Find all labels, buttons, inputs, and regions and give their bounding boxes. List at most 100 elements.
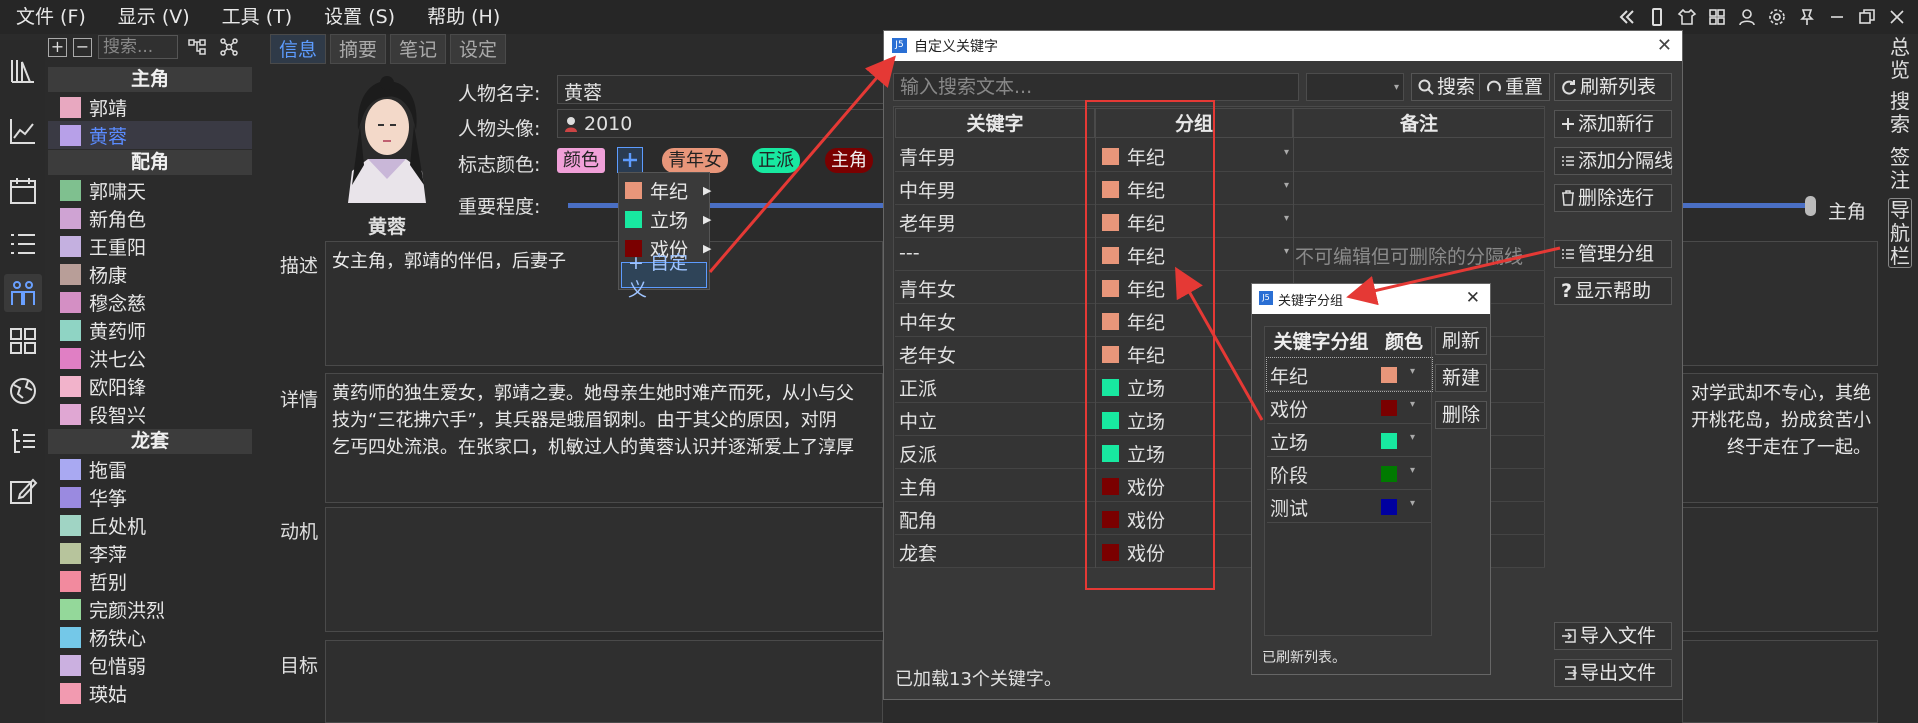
keyword-cell[interactable]: 主角 [899,473,937,500]
chart-icon[interactable] [4,112,42,150]
group-color-swatch[interactable] [1381,367,1397,383]
group-delete-button[interactable]: 删除 [1435,401,1488,429]
manage-groups-button[interactable]: 管理分组 [1554,240,1672,268]
tab-info[interactable]: 信息 [270,34,327,64]
importance-slider-handle[interactable] [1805,196,1816,216]
restore-icon[interactable] [1854,4,1880,30]
chevron-down-icon[interactable]: ▾ [1410,465,1415,476]
keyword-cell[interactable]: 中年男 [899,176,956,203]
menu-item-custom[interactable]: + 自定义 [621,252,707,301]
desc-textarea[interactable]: 女主角，郭靖的伴侣，后妻子 [325,241,883,366]
tag-color[interactable]: 颜色 [557,148,605,173]
nav-navigation-bar[interactable]: 导航栏 [1888,198,1912,268]
outline-icon[interactable] [4,422,42,460]
group-color-swatch[interactable] [1381,499,1397,515]
show-help-button[interactable]: ? 显示帮助 [1554,277,1672,305]
keyword-row[interactable]: --- 年纪 ▾ 不可编辑但可删除的分隔线 [895,238,1545,271]
tree-item[interactable]: 王重阳 [48,232,252,260]
tree-item[interactable]: 郭靖 [48,93,252,121]
close-icon[interactable] [1884,4,1910,30]
chevron-down-icon[interactable]: ▾ [1410,399,1415,410]
grid-icon[interactable] [1704,4,1730,30]
group-color-swatch[interactable] [1381,466,1397,482]
tag-young-female[interactable]: 青年女 [662,148,728,173]
tab-settings[interactable]: 设定 [450,34,507,64]
add-separator-button[interactable]: 添加分隔线 [1554,147,1673,175]
calendar-icon[interactable] [4,172,42,210]
reset-button[interactable]: 重置 [1479,73,1551,101]
export-file-button[interactable]: 导出文件 [1554,659,1672,687]
phone-icon[interactable] [1644,4,1670,30]
tag-lead[interactable]: 主角 [825,148,873,173]
goal-textarea-right[interactable] [1682,640,1878,723]
nav-annotations[interactable]: 签注 [1888,146,1912,192]
menu-item-age[interactable]: 年纪 ▶ [625,177,711,204]
tree-group-header[interactable]: 主角 [48,67,252,92]
chevron-down-icon[interactable]: ▾ [1410,432,1415,443]
keyword-cell[interactable]: --- [899,242,920,264]
import-file-button[interactable]: 导入文件 [1554,622,1672,650]
goal-textarea[interactable] [325,640,883,723]
keyword-cell[interactable]: 配角 [899,506,937,533]
col-group-color[interactable]: 颜色 [1376,327,1432,357]
tree-item[interactable]: 新角色 [48,204,252,232]
menu-settings[interactable]: 设置 (S) [308,0,411,34]
add-row-button[interactable]: 添加新行 [1554,110,1672,138]
keyword-row[interactable]: 青年男 年纪 ▾ [895,139,1545,172]
group-row[interactable]: 年纪 ▾ [1266,357,1433,392]
keyword-cell[interactable]: 青年女 [899,275,956,302]
group-refresh-button[interactable]: 刷新 [1435,327,1488,355]
tab-summary[interactable]: 摘要 [330,34,387,64]
group-name-cell[interactable]: 年纪 [1270,362,1308,389]
collapse-icon[interactable] [1614,4,1640,30]
menu-tools[interactable]: 工具 (T) [206,0,308,34]
note-cell[interactable]: 不可编辑但可删除的分隔线 [1295,242,1523,269]
tree-item[interactable]: 黄药师 [48,316,252,344]
keyword-cell[interactable]: 老年女 [899,341,956,368]
col-note[interactable]: 备注 [1293,108,1545,138]
characters-icon[interactable] [4,274,42,312]
tree-item[interactable]: 瑛姑 [48,679,252,707]
tree-group-header[interactable]: 配角 [48,150,252,175]
character-avatar[interactable] [328,75,446,203]
tree-item[interactable]: 拖雷 [48,455,252,483]
group-color-swatch[interactable] [1381,400,1397,416]
group-row[interactable]: 阶段 ▾ [1267,457,1432,490]
refresh-list-button[interactable]: 刷新列表 [1554,73,1672,101]
group-name-cell[interactable]: 戏份 [1270,395,1308,422]
keyword-cell[interactable]: 正派 [899,374,937,401]
dialog-close-icon[interactable]: ✕ [1466,288,1480,308]
gear-icon[interactable] [1764,4,1790,30]
group-name-cell[interactable]: 阶段 [1270,461,1308,488]
detail-textarea-right[interactable]: 对学武却不专心，其绝 开桃花岛，扮成贫苦小 终于走在了一起。 [1682,373,1878,503]
network-icon[interactable] [216,34,242,60]
keyword-cell[interactable]: 龙套 [899,539,937,566]
keyword-cell[interactable]: 青年男 [899,143,956,170]
tree-item[interactable]: 欧阳锋 [48,372,252,400]
motive-textarea[interactable] [325,507,883,632]
group-row[interactable]: 测试 ▾ [1267,490,1432,523]
tree-item[interactable]: 段智兴 [48,400,252,428]
add-tag-button[interactable] [617,147,643,173]
group-new-button[interactable]: 新建 [1435,364,1488,392]
hierarchy-icon[interactable] [184,34,210,60]
motive-textarea-right[interactable] [1682,507,1878,632]
keyword-row[interactable]: 老年男 年纪 ▾ [895,205,1545,238]
shirt-icon[interactable] [1674,4,1700,30]
keyword-filter-select[interactable]: ▾ [1306,73,1404,101]
search-button[interactable]: 搜索 [1411,73,1483,101]
keyword-cell[interactable]: 老年男 [899,209,956,236]
tree-group-header[interactable]: 龙套 [48,429,252,454]
desc-textarea-right[interactable] [1682,241,1878,366]
col-keyword[interactable]: 关键字 [895,108,1095,138]
keyword-search-input[interactable]: 输入搜索文本... [893,73,1299,101]
keyword-row[interactable]: 中年男 年纪 ▾ [895,172,1545,205]
keyword-cell[interactable]: 反派 [899,440,937,467]
tree-item[interactable]: 完颜洪烈 [48,595,252,623]
tree-item[interactable]: 洪七公 [48,344,252,372]
collapse-all-button[interactable]: − [73,37,92,57]
nav-search[interactable]: 搜索 [1888,90,1912,136]
group-row[interactable]: 戏份 ▾ [1267,391,1432,424]
tree-item[interactable]: 丘处机 [48,511,252,539]
group-row[interactable]: 立场 ▾ [1267,424,1432,457]
